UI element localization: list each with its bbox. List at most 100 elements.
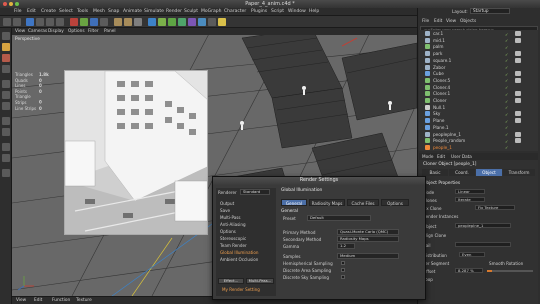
am-tab-object[interactable]: Object bbox=[476, 169, 502, 176]
menu-file[interactable]: File bbox=[14, 9, 22, 14]
timeline-menu-function[interactable]: Function bbox=[52, 298, 70, 303]
render-picture-viewer-icon[interactable] bbox=[124, 18, 132, 26]
vp-menu-view[interactable]: View bbox=[15, 29, 25, 34]
tab-options[interactable]: Options bbox=[381, 199, 409, 206]
material-tag-icon[interactable] bbox=[515, 37, 521, 43]
x-axis-icon[interactable] bbox=[70, 18, 78, 26]
menu-character[interactable]: Character bbox=[224, 9, 246, 14]
pen-icon[interactable] bbox=[158, 18, 166, 26]
menu-select[interactable]: Select bbox=[59, 9, 73, 14]
vp-menu-filter[interactable]: Filter bbox=[88, 29, 99, 34]
material-tag-icon[interactable] bbox=[515, 131, 521, 137]
samples-dropdown[interactable]: Medium bbox=[337, 253, 399, 259]
tweak-mode-icon[interactable] bbox=[2, 128, 10, 136]
vp-menu-panel[interactable]: Panel bbox=[104, 29, 116, 34]
polygons-mode-icon[interactable] bbox=[2, 102, 10, 110]
menu-animate[interactable]: Animate bbox=[123, 9, 142, 14]
material-tag-icon[interactable] bbox=[515, 77, 521, 83]
om-menu-objects[interactable]: Objects bbox=[460, 19, 476, 24]
menu-script[interactable]: Script bbox=[271, 9, 284, 14]
sidebar-item-anti-aliasing[interactable]: Anti-Aliasing bbox=[220, 222, 246, 227]
am-menu-mode[interactable]: Mode bbox=[422, 154, 433, 159]
vp-menu-options[interactable]: Options bbox=[68, 29, 85, 34]
menu-snap[interactable]: Snap bbox=[108, 9, 119, 14]
om-menu-edit[interactable]: Edit bbox=[434, 19, 442, 24]
floor-icon[interactable] bbox=[198, 18, 206, 26]
sidebar-item-output[interactable]: Output bbox=[220, 201, 234, 206]
am-menu-user-data[interactable]: User Data bbox=[451, 154, 472, 159]
coord-system-icon[interactable] bbox=[100, 18, 108, 26]
interactive-render-region[interactable] bbox=[64, 70, 208, 235]
am-distribution-dropdown[interactable]: Even bbox=[459, 252, 485, 257]
material-tag-icon[interactable] bbox=[515, 138, 521, 144]
material-tag-icon[interactable] bbox=[515, 91, 521, 97]
live-selection-icon[interactable] bbox=[26, 18, 34, 26]
workplane-icon[interactable] bbox=[2, 65, 10, 73]
om-menu-file[interactable]: File bbox=[422, 19, 429, 24]
model-mode-icon[interactable] bbox=[2, 43, 10, 51]
points-mode-icon[interactable] bbox=[2, 80, 10, 88]
menu-create[interactable]: Create bbox=[41, 9, 56, 14]
preset-dropdown[interactable]: Default bbox=[307, 215, 371, 221]
render-view-icon[interactable] bbox=[114, 18, 122, 26]
material-tag-icon[interactable] bbox=[515, 51, 521, 57]
layout-dropdown[interactable]: Startup bbox=[470, 8, 510, 14]
scale-icon[interactable] bbox=[46, 18, 54, 26]
menu-help[interactable]: Help bbox=[309, 9, 319, 14]
am-tab-coord[interactable]: Coord. bbox=[449, 169, 475, 176]
material-tag-icon[interactable] bbox=[515, 111, 521, 117]
sidebar-item-options[interactable]: Options bbox=[220, 229, 236, 234]
timeline-menu-edit[interactable]: Edit bbox=[34, 298, 42, 303]
tab-cache-files[interactable]: Cache Files bbox=[347, 199, 379, 206]
material-tag-icon[interactable] bbox=[515, 57, 521, 63]
sidebar-item-save[interactable]: Save bbox=[220, 208, 230, 213]
gamma-field[interactable]: 1.2 bbox=[337, 243, 355, 249]
material-tag-icon[interactable] bbox=[515, 98, 521, 103]
material-tag-icon[interactable] bbox=[515, 118, 521, 124]
cube-icon[interactable] bbox=[148, 18, 156, 26]
timeline-menu-texture[interactable]: Texture bbox=[76, 298, 92, 303]
discrete-sky-sampling-checkbox[interactable] bbox=[341, 275, 345, 279]
tab-radiosity-maps[interactable]: Radiosity Maps bbox=[309, 199, 345, 206]
vp-menu-cameras[interactable]: Cameras bbox=[28, 29, 47, 34]
redo-icon[interactable] bbox=[13, 18, 21, 26]
menu-simulate[interactable]: Simulate bbox=[144, 9, 164, 14]
material-tag-icon[interactable] bbox=[515, 31, 521, 36]
undo-icon[interactable] bbox=[3, 18, 11, 26]
render-settings-icon[interactable] bbox=[134, 18, 142, 26]
solo-icon[interactable] bbox=[2, 169, 10, 177]
snap-icon[interactable] bbox=[2, 143, 10, 151]
menu-tools[interactable]: Tools bbox=[77, 9, 88, 14]
object-row[interactable]: people_1 ✓ bbox=[419, 144, 538, 151]
menu-sculpt[interactable]: Sculpt bbox=[184, 9, 198, 14]
multi-pass-button[interactable]: Multi-Pass... bbox=[246, 278, 274, 284]
menu-window[interactable]: Window bbox=[288, 9, 306, 14]
sidebar-item-ambient-occlusion[interactable]: Ambient Occlusion bbox=[220, 257, 258, 262]
am-clones-dropdown[interactable]: Iterate bbox=[455, 197, 485, 202]
move-icon[interactable] bbox=[36, 18, 44, 26]
effect-button[interactable]: Effect... bbox=[218, 278, 244, 284]
camera-icon[interactable] bbox=[208, 18, 216, 26]
menu-edit[interactable]: Edit bbox=[27, 9, 36, 14]
secondary-method-dropdown[interactable]: Radiosity Maps bbox=[337, 236, 399, 242]
texture-mode-icon[interactable] bbox=[2, 54, 10, 62]
y-axis-icon[interactable] bbox=[80, 18, 88, 26]
hemispherical-sampling-checkbox[interactable] bbox=[341, 261, 345, 265]
am-object-link-field[interactable]: peopleplne_1 bbox=[455, 223, 511, 228]
am-tab-transform[interactable]: Transform bbox=[503, 169, 535, 176]
menu-mograph[interactable]: MoGraph bbox=[201, 9, 221, 14]
discrete-area-sampling-checkbox[interactable] bbox=[341, 268, 345, 272]
am-menu-edit[interactable]: Edit bbox=[437, 154, 445, 159]
lock-workplane-icon[interactable] bbox=[2, 154, 10, 162]
am-fix-texture-dropdown[interactable]: Fix Texture bbox=[475, 205, 515, 210]
tab-general[interactable]: General bbox=[281, 199, 307, 206]
am-offset-field[interactable]: 8.287 % bbox=[455, 268, 483, 273]
axis-mode-icon[interactable] bbox=[2, 117, 10, 125]
sidebar-item-multi-pass[interactable]: Multi-Pass bbox=[220, 215, 241, 220]
enabled-check-icon[interactable]: ✓ bbox=[505, 145, 508, 150]
deformer-icon[interactable] bbox=[188, 18, 196, 26]
rotate-icon[interactable] bbox=[56, 18, 64, 26]
am-offset-slider[interactable] bbox=[487, 270, 533, 272]
sidebar-item-team-render[interactable]: Team Render bbox=[220, 243, 247, 248]
preset-name[interactable]: My Render Setting bbox=[222, 287, 260, 292]
